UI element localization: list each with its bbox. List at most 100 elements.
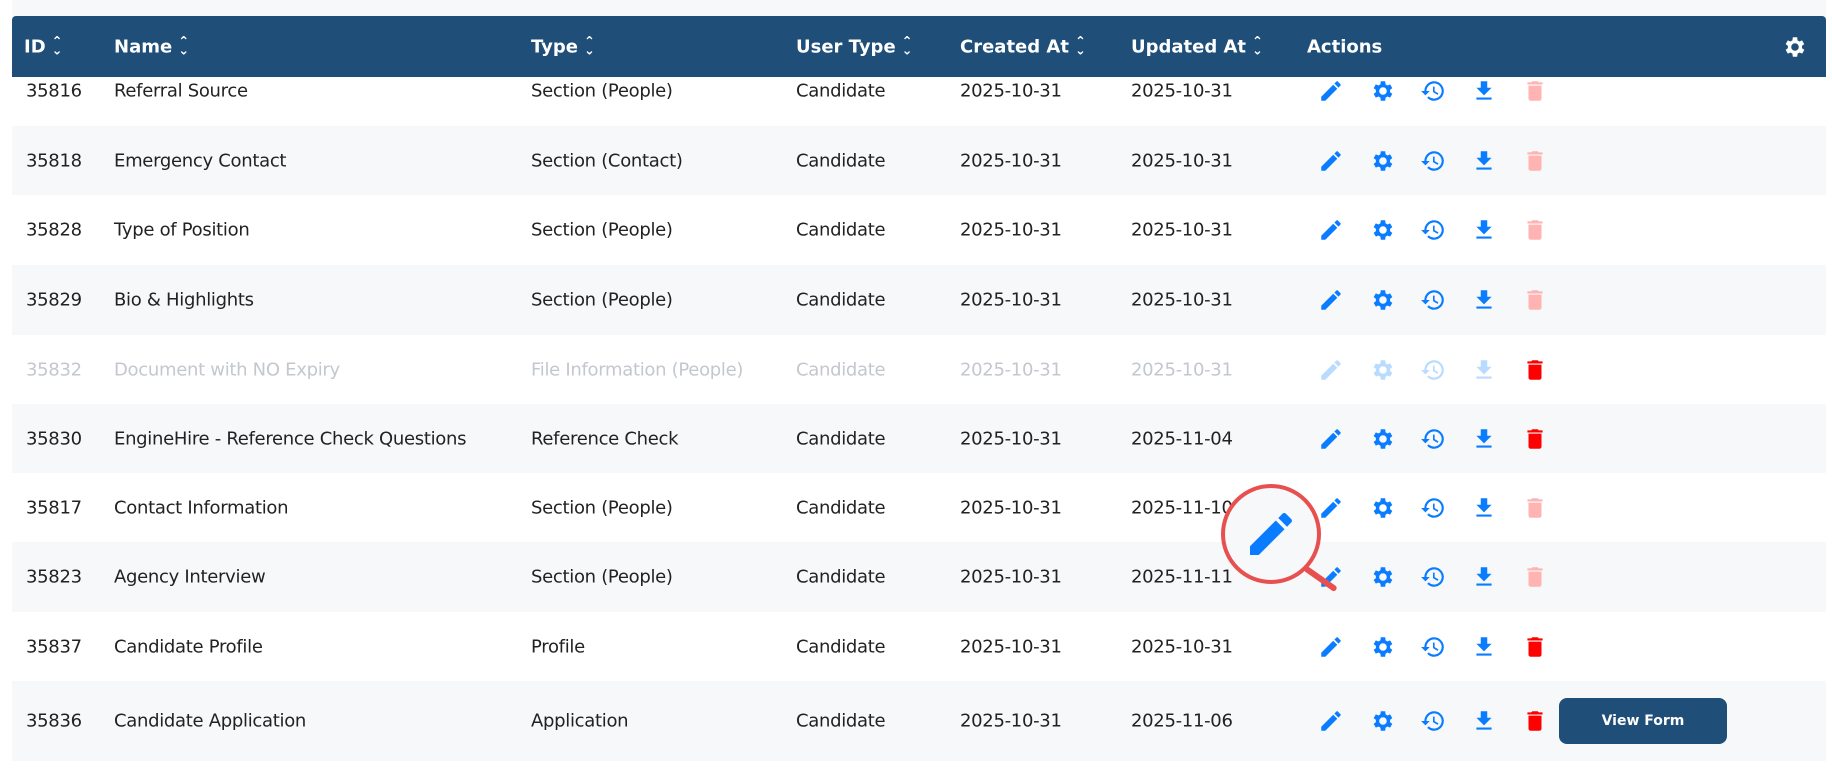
cell-id: 35823 <box>26 566 82 588</box>
pencil-icon[interactable] <box>1318 148 1344 174</box>
download-icon[interactable] <box>1471 564 1497 590</box>
column-type[interactable]: Type ⌃ ⌄ <box>531 36 595 58</box>
sort-icon[interactable]: ⌃ ⌄ <box>1075 36 1086 58</box>
pencil-icon[interactable] <box>1318 217 1344 243</box>
cell-type: Profile <box>531 636 585 658</box>
gear-icon[interactable] <box>1782 34 1808 60</box>
table-row[interactable]: 35823 Agency Interview Section (People) Can… <box>12 542 1826 612</box>
row-actions <box>1318 564 1548 590</box>
trash-icon[interactable] <box>1522 287 1548 313</box>
history-icon[interactable] <box>1420 148 1446 174</box>
history-icon[interactable] <box>1420 426 1446 452</box>
history-icon[interactable] <box>1420 564 1446 590</box>
cell-name: Type of Position <box>114 219 250 241</box>
table-row[interactable]: 35832 Document with NO Expiry File Informa… <box>12 335 1826 405</box>
download-icon[interactable] <box>1471 634 1497 660</box>
column-user-type[interactable]: User Type ⌃ ⌄ <box>796 36 913 58</box>
column-id[interactable]: ID ⌃ ⌄ <box>24 36 63 58</box>
table-row[interactable]: 35837 Candidate Profile Profile Candidate 20… <box>12 612 1826 682</box>
table-row[interactable]: 35817 Contact Information Section (People)… <box>12 473 1826 543</box>
cell-type: Reference Check <box>531 428 679 450</box>
trash-icon[interactable] <box>1522 564 1548 590</box>
download-icon[interactable] <box>1471 426 1497 452</box>
cell-updated-at: 2025-10-31 <box>1131 636 1233 658</box>
pencil-icon[interactable] <box>1318 357 1344 383</box>
download-icon[interactable] <box>1471 148 1497 174</box>
table-row[interactable]: 35830 EngineHire - Reference Check Questi… <box>12 404 1826 474</box>
cell-updated-at: 2025-11-11 <box>1131 566 1233 588</box>
gear-icon[interactable] <box>1369 634 1395 660</box>
gear-icon[interactable] <box>1369 564 1395 590</box>
forms-table: 35816 Referral Source Section (People) Cand… <box>12 0 1826 773</box>
download-icon[interactable] <box>1471 287 1497 313</box>
history-icon[interactable] <box>1420 78 1446 104</box>
cell-type: File Information (People) <box>531 359 744 381</box>
sort-icon[interactable]: ⌃ ⌄ <box>584 36 595 58</box>
pencil-icon[interactable] <box>1318 495 1344 521</box>
sort-icon[interactable]: ⌃ ⌄ <box>1252 36 1263 58</box>
gear-icon[interactable] <box>1369 426 1395 452</box>
download-icon[interactable] <box>1471 78 1497 104</box>
cell-updated-at: 2025-10-31 <box>1131 80 1233 102</box>
cell-created-at: 2025-10-31 <box>960 289 1062 311</box>
history-icon[interactable] <box>1420 495 1446 521</box>
gear-icon[interactable] <box>1369 357 1395 383</box>
download-icon[interactable] <box>1471 708 1497 734</box>
pencil-icon[interactable] <box>1318 426 1344 452</box>
download-icon[interactable] <box>1471 495 1497 521</box>
trash-icon[interactable] <box>1522 426 1548 452</box>
pencil-icon[interactable] <box>1318 708 1344 734</box>
column-created-at[interactable]: Created At ⌃ ⌄ <box>960 36 1086 58</box>
gear-icon[interactable] <box>1369 217 1395 243</box>
history-icon[interactable] <box>1420 287 1446 313</box>
pencil-icon[interactable] <box>1318 634 1344 660</box>
cell-updated-at: 2025-11-04 <box>1131 428 1233 450</box>
cell-name: Candidate Application <box>114 710 307 732</box>
trash-icon[interactable] <box>1522 78 1548 104</box>
cell-created-at: 2025-10-31 <box>960 636 1062 658</box>
cell-name: Candidate Profile <box>114 636 263 658</box>
cell-created-at: 2025-10-31 <box>960 428 1062 450</box>
cell-name: Emergency Contact <box>114 150 287 172</box>
cell-id: 35818 <box>26 150 82 172</box>
row-actions <box>1318 426 1548 452</box>
view-form-button[interactable]: View Form <box>1559 698 1727 744</box>
column-label: Name <box>114 36 173 57</box>
pencil-icon[interactable] <box>1318 287 1344 313</box>
history-icon[interactable] <box>1420 708 1446 734</box>
trash-icon[interactable] <box>1522 495 1548 521</box>
gear-icon[interactable] <box>1369 708 1395 734</box>
sort-icon[interactable]: ⌃ ⌄ <box>52 36 63 58</box>
magnifier-annotation <box>1221 484 1321 584</box>
pencil-icon[interactable] <box>1318 78 1344 104</box>
sort-icon[interactable]: ⌃ ⌄ <box>902 36 913 58</box>
cell-user-type: Candidate <box>796 428 886 450</box>
cell-updated-at: 2025-10-31 <box>1131 150 1233 172</box>
trash-icon[interactable] <box>1522 148 1548 174</box>
row-actions <box>1318 495 1548 521</box>
gear-icon[interactable] <box>1369 78 1395 104</box>
download-icon[interactable] <box>1471 357 1497 383</box>
trash-icon[interactable] <box>1522 217 1548 243</box>
cell-created-at: 2025-10-31 <box>960 710 1062 732</box>
cell-id: 35830 <box>26 428 82 450</box>
gear-icon[interactable] <box>1369 287 1395 313</box>
history-icon[interactable] <box>1420 634 1446 660</box>
sort-icon[interactable]: ⌃ ⌄ <box>178 36 189 58</box>
trash-icon[interactable] <box>1522 634 1548 660</box>
history-icon[interactable] <box>1420 357 1446 383</box>
trash-icon[interactable] <box>1522 357 1548 383</box>
table-row[interactable]: 35829 Bio & Highlights Section (People) Can… <box>12 265 1826 335</box>
column-name[interactable]: Name ⌃ ⌄ <box>114 36 189 58</box>
cell-updated-at: 2025-10-31 <box>1131 359 1233 381</box>
gear-icon[interactable] <box>1369 495 1395 521</box>
table-row[interactable]: 35818 Emergency Contact Section (Contact) C… <box>12 126 1826 196</box>
column-updated-at[interactable]: Updated At ⌃ ⌄ <box>1131 36 1263 58</box>
trash-icon[interactable] <box>1522 708 1548 734</box>
table-row[interactable]: 35828 Type of Position Section (People) Can… <box>12 195 1826 265</box>
table-row[interactable]: 35836 Candidate Application Application Can… <box>12 681 1826 761</box>
cell-name: Bio & Highlights <box>114 289 254 311</box>
gear-icon[interactable] <box>1369 148 1395 174</box>
download-icon[interactable] <box>1471 217 1497 243</box>
history-icon[interactable] <box>1420 217 1446 243</box>
